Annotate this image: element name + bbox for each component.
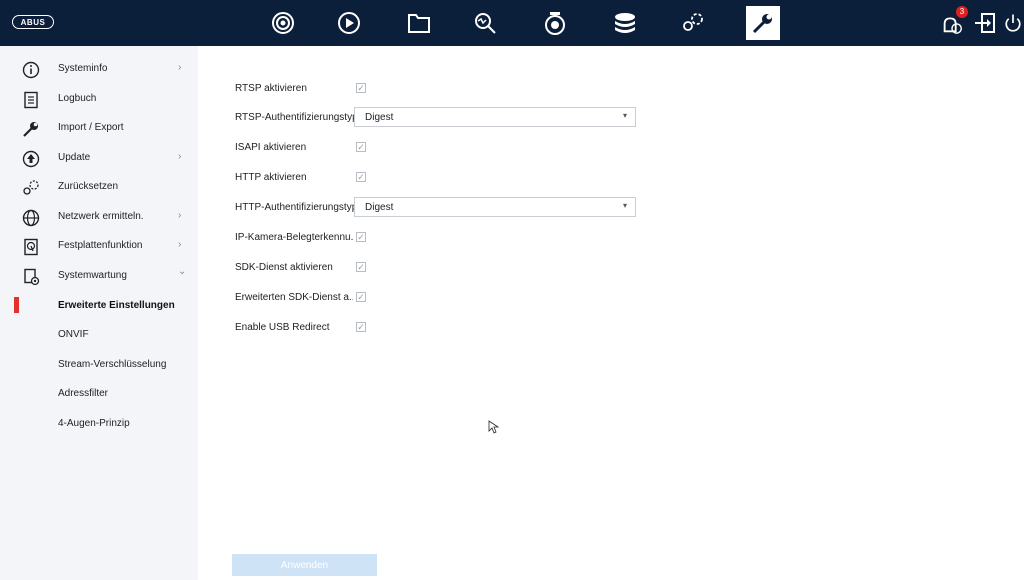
- isapi-enable-checkbox[interactable]: ✓: [356, 142, 366, 152]
- live-view-icon[interactable]: [268, 8, 298, 38]
- sidebar-item-logbuch[interactable]: Logbuch: [0, 85, 198, 115]
- sdk-enable-checkbox[interactable]: ✓: [356, 262, 366, 272]
- camera-icon[interactable]: [540, 8, 570, 38]
- sidebar-item-import-export[interactable]: Import / Export: [0, 114, 198, 144]
- sidebar-item-label: Systeminfo: [58, 63, 108, 74]
- sidebar-item-systeminfo[interactable]: Systeminfo ›: [0, 55, 198, 85]
- wrench-icon: [22, 120, 40, 138]
- sidebar-subitem-stream-verschluesselung[interactable]: Stream-Verschlüsselung: [0, 351, 198, 381]
- sidebar-item-label: Update: [58, 152, 91, 163]
- storage-icon[interactable]: [610, 8, 640, 38]
- chevron-right-icon: ›: [178, 151, 182, 162]
- sidebar-subitem-label: ONVIF: [58, 329, 89, 340]
- setting-label: Erweiterten SDK-Dienst a...: [235, 292, 353, 303]
- sidebar-item-label: Logbuch: [58, 93, 97, 104]
- maintenance-icon[interactable]: [746, 6, 780, 40]
- playback-icon[interactable]: [334, 8, 364, 38]
- reset-icon: [22, 179, 40, 197]
- mouse-cursor-icon: [488, 420, 500, 434]
- setting-row-isapi-enable: ISAPI aktivieren ✓: [198, 135, 1024, 161]
- sidebar-subitem-label: Adressfilter: [58, 388, 109, 399]
- configuration-icon[interactable]: [678, 8, 708, 38]
- sidebar-item-zuruecksetzen[interactable]: Zurücksetzen: [0, 173, 198, 203]
- chevron-down-icon: ⌄: [178, 266, 187, 277]
- sdk-extended-checkbox[interactable]: ✓: [356, 292, 366, 302]
- rtsp-enable-checkbox[interactable]: ✓: [356, 83, 366, 93]
- setting-label: IP-Kamera-Belegterkennu...: [235, 232, 353, 243]
- setting-row-http-enable: HTTP aktivieren ✓: [198, 165, 1024, 191]
- setting-row-sdk-enable: SDK-Dienst aktivieren ✓: [198, 255, 1024, 281]
- sidebar-item-label: Zurücksetzen: [58, 181, 119, 192]
- hdd-icon: [22, 238, 40, 256]
- logout-icon[interactable]: [972, 8, 998, 38]
- system-maintenance-icon: [22, 268, 40, 286]
- logbook-icon: [22, 91, 40, 109]
- sidebar-subitem-label: Stream-Verschlüsselung: [58, 359, 167, 370]
- select-value: Digest: [365, 202, 394, 213]
- setting-label: RTSP aktivieren: [235, 83, 307, 94]
- sidebar-item-update[interactable]: Update ›: [0, 144, 198, 174]
- setting-label: HTTP aktivieren: [235, 172, 307, 183]
- caret-down-icon: ▾: [622, 201, 627, 210]
- ip-camera-checkbox[interactable]: ✓: [356, 232, 366, 242]
- sidebar-item-label: Netzwerk ermitteln.: [58, 211, 144, 222]
- setting-label: RTSP-Authentifizierungstyp: [235, 112, 357, 123]
- http-enable-checkbox[interactable]: ✓: [356, 172, 366, 182]
- chevron-right-icon: ›: [178, 210, 182, 221]
- sidebar-subitem-erweiterte-einstellungen[interactable]: Erweiterte Einstellungen: [0, 292, 198, 322]
- setting-label: Enable USB Redirect: [235, 322, 330, 333]
- apply-button[interactable]: Anwenden: [232, 554, 377, 576]
- settings-panel: RTSP aktivieren ✓ RTSP-Authentifizierung…: [198, 46, 1024, 580]
- file-manager-icon[interactable]: [404, 8, 434, 38]
- search-icon[interactable]: [470, 8, 500, 38]
- sidebar-subitem-4-augen-prinzip[interactable]: 4-Augen-Prinzip: [0, 410, 198, 440]
- power-icon[interactable]: [1002, 8, 1024, 38]
- network-icon: [22, 209, 40, 227]
- sidebar-item-festplatte[interactable]: Festplattenfunktion ›: [0, 232, 198, 262]
- setting-label: HTTP-Authentifizierungstyp: [235, 202, 357, 213]
- sidebar-item-label: Systemwartung: [58, 270, 127, 281]
- update-icon: [22, 150, 40, 168]
- sidebar-item-label: Import / Export: [58, 122, 124, 133]
- sidebar-subitem-onvif[interactable]: ONVIF: [0, 321, 198, 351]
- setting-row-http-auth: HTTP-Authentifizierungstyp Digest ▾: [198, 195, 1024, 221]
- caret-down-icon: ▾: [622, 111, 627, 120]
- setting-row-sdk-extended: Erweiterten SDK-Dienst a... ✓: [198, 285, 1024, 311]
- notification-badge: 3: [956, 6, 968, 18]
- top-navigation-bar: ABUS 3: [0, 0, 1024, 46]
- sidebar-subitem-adressfilter[interactable]: Adressfilter: [0, 380, 198, 410]
- sidebar: Systeminfo › Logbuch Import / Export Upd…: [0, 46, 198, 580]
- rtsp-auth-select[interactable]: Digest ▾: [354, 107, 636, 127]
- setting-row-ip-camera: IP-Kamera-Belegterkennu... ✓: [198, 225, 1024, 251]
- chevron-right-icon: ›: [178, 239, 182, 250]
- setting-row-usb-redirect: Enable USB Redirect ✓: [198, 315, 1024, 341]
- select-value: Digest: [365, 112, 394, 123]
- sidebar-item-label: Festplattenfunktion: [58, 240, 143, 251]
- usb-redirect-checkbox[interactable]: ✓: [356, 322, 366, 332]
- setting-row-rtsp-auth: RTSP-Authentifizierungstyp Digest ▾: [198, 105, 1024, 131]
- setting-row-rtsp-enable: RTSP aktivieren ✓: [198, 76, 1024, 102]
- active-indicator: [14, 297, 19, 313]
- setting-label: SDK-Dienst aktivieren: [235, 262, 333, 273]
- sidebar-item-netzwerk[interactable]: Netzwerk ermitteln. ›: [0, 203, 198, 233]
- sidebar-item-systemwartung[interactable]: Systemwartung ⌄: [0, 262, 198, 292]
- info-icon: [22, 61, 40, 79]
- abus-logo: ABUS: [12, 15, 54, 29]
- chevron-right-icon: ›: [178, 62, 182, 73]
- sidebar-subitem-label: 4-Augen-Prinzip: [58, 418, 130, 429]
- setting-label: ISAPI aktivieren: [235, 142, 307, 153]
- http-auth-select[interactable]: Digest ▾: [354, 197, 636, 217]
- sidebar-subitem-label: Erweiterte Einstellungen: [58, 300, 175, 311]
